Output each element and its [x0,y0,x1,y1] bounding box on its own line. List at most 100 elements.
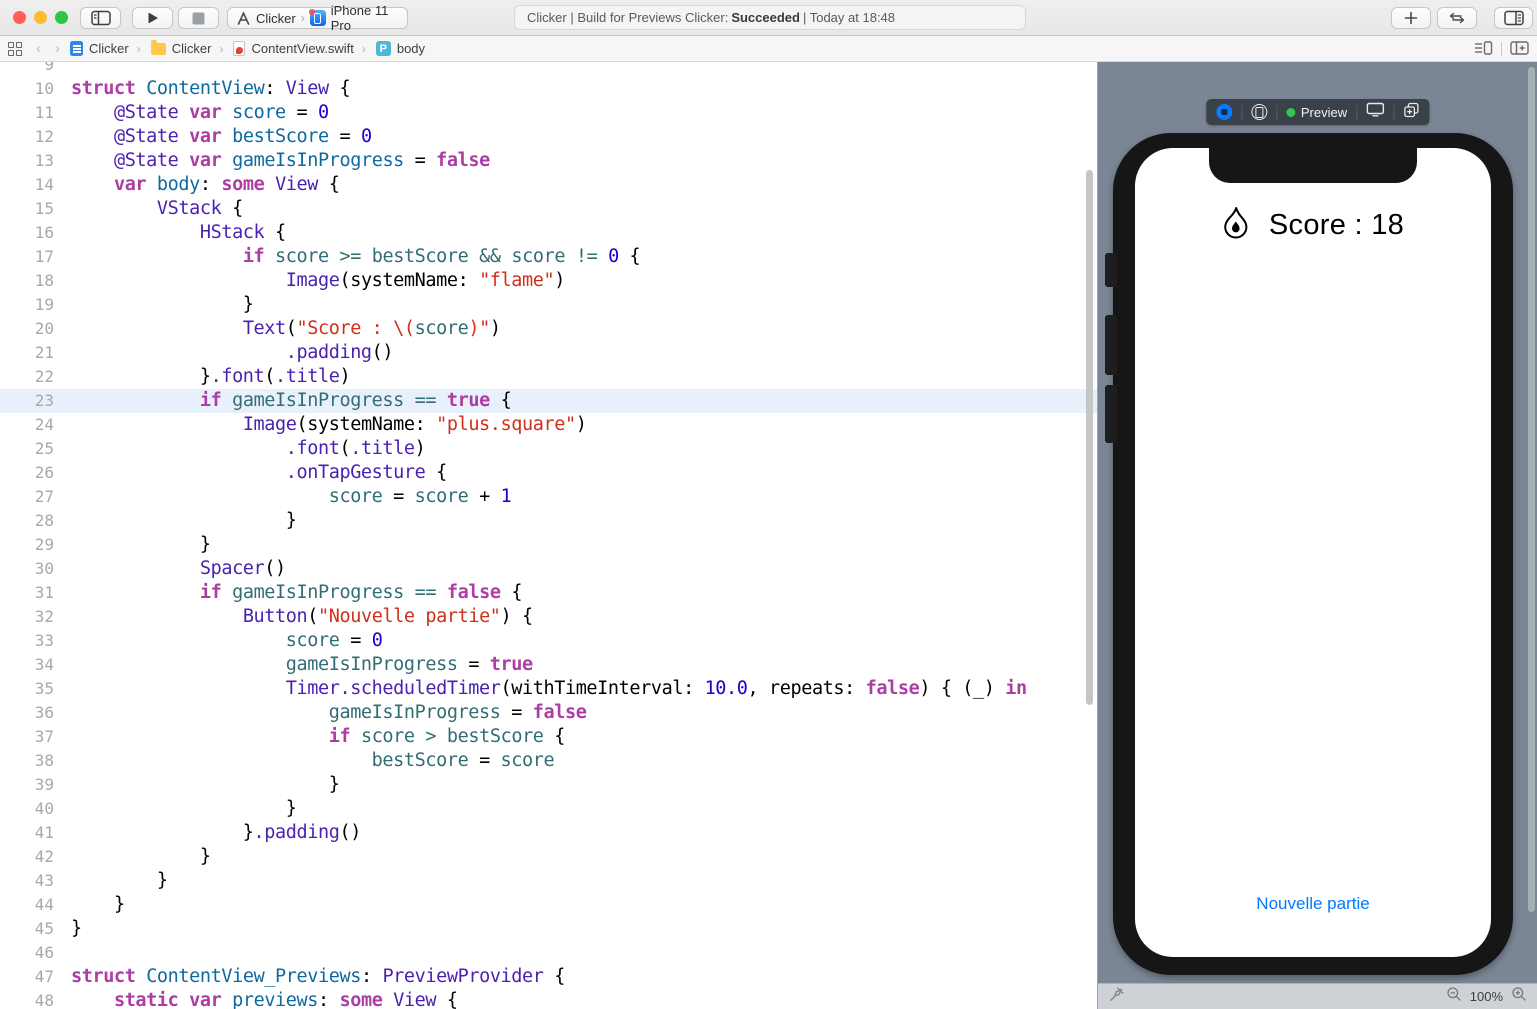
line-number[interactable]: 14 [0,173,54,197]
line-number[interactable]: 33 [0,629,54,653]
line-number[interactable]: 43 [0,869,54,893]
breadcrumb-symbol[interactable]: P body [376,41,425,56]
code-line[interactable]: 33 score = 0 [0,629,1097,653]
line-number[interactable]: 28 [0,509,54,533]
code-line[interactable]: 34 gameIsInProgress = true [0,653,1097,677]
code-line[interactable]: 22 }.font(.title) [0,365,1097,389]
back-chevron-icon[interactable]: ‹ [36,40,41,57]
line-number[interactable]: 10 [0,77,54,101]
line-number[interactable]: 17 [0,245,54,269]
line-number[interactable]: 20 [0,317,54,341]
editor-scrollbar[interactable] [1086,170,1093,705]
zoom-in-icon[interactable] [1511,986,1527,1007]
code-line[interactable]: 11 @State var score = 0 [0,101,1097,125]
code-line[interactable]: 13 @State var gameIsInProgress = false [0,149,1097,173]
code-line[interactable]: 20 Text("Score : \(score)") [0,317,1097,341]
line-number[interactable]: 36 [0,701,54,725]
line-number[interactable]: 18 [0,269,54,293]
code-line[interactable]: 35 Timer.scheduledTimer(withTimeInterval… [0,677,1097,701]
line-number[interactable]: 47 [0,965,54,989]
library-add-button[interactable] [1391,7,1431,29]
add-editor-icon[interactable] [1510,40,1529,59]
line-number[interactable]: 26 [0,461,54,485]
code-line[interactable]: 26 .onTapGesture { [0,461,1097,485]
duplicate-preview-icon[interactable] [1403,102,1419,123]
line-number[interactable]: 29 [0,533,54,557]
code-line[interactable]: 44 } [0,893,1097,917]
editor-options-icon[interactable] [1474,40,1493,59]
line-number[interactable]: 41 [0,821,54,845]
line-number[interactable]: 21 [0,341,54,365]
code-line[interactable]: 40 } [0,797,1097,821]
code-line[interactable]: 19 } [0,293,1097,317]
line-number[interactable]: 12 [0,125,54,149]
device-preview-icon[interactable] [1251,104,1267,120]
line-number[interactable]: 46 [0,941,54,965]
line-number[interactable]: 44 [0,893,54,917]
breadcrumb-group[interactable]: Clicker [151,41,212,56]
line-number[interactable]: 13 [0,149,54,173]
new-game-button[interactable]: Nouvelle partie [1135,894,1491,914]
code-line[interactable]: 48 static var previews: some View { [0,989,1097,1009]
line-number[interactable]: 40 [0,797,54,821]
app-screen[interactable]: Score : 18 Nouvelle partie [1135,148,1491,957]
code-line[interactable]: 25 .font(.title) [0,437,1097,461]
scheme-selector[interactable]: Clicker › iPhone 11 Pro [227,7,408,29]
line-number[interactable]: 11 [0,101,54,125]
code-line[interactable]: 28 } [0,509,1097,533]
line-number[interactable]: 32 [0,605,54,629]
code-line[interactable]: 30 Spacer() [0,557,1097,581]
line-number[interactable]: 9 [0,62,54,77]
line-number[interactable]: 42 [0,845,54,869]
code-line[interactable]: 24 Image(systemName: "plus.square") [0,413,1097,437]
pin-icon[interactable] [1108,986,1125,1008]
line-number[interactable]: 23 [0,389,54,413]
code-line[interactable]: 27 score = score + 1 [0,485,1097,509]
line-number[interactable]: 24 [0,413,54,437]
line-number[interactable]: 30 [0,557,54,581]
code-line[interactable]: 36 gameIsInProgress = false [0,701,1097,725]
stop-button[interactable] [178,7,219,29]
close-window-icon[interactable] [13,11,26,24]
code-line[interactable]: 12 @State var bestScore = 0 [0,125,1097,149]
code-line[interactable]: 37 if score > bestScore { [0,725,1097,749]
line-number[interactable]: 15 [0,197,54,221]
line-number[interactable]: 34 [0,653,54,677]
fullscreen-window-icon[interactable] [55,11,68,24]
display-icon[interactable] [1366,102,1384,122]
minimize-window-icon[interactable] [34,11,47,24]
line-number[interactable]: 22 [0,365,54,389]
preview-scrollbar[interactable] [1528,67,1535,912]
toggle-navigator-button[interactable] [80,7,121,29]
live-preview-icon[interactable] [1216,104,1232,120]
code-line[interactable]: 45} [0,917,1097,941]
code-line[interactable]: 10struct ContentView: View { [0,77,1097,101]
code-line[interactable]: 31 if gameIsInProgress == false { [0,581,1097,605]
line-number[interactable]: 16 [0,221,54,245]
breadcrumb-file[interactable]: ContentView.swift [233,41,353,56]
zoom-out-icon[interactable] [1446,986,1462,1007]
code-line[interactable]: 23 if gameIsInProgress == true { [0,389,1097,413]
code-line[interactable]: 46 [0,941,1097,965]
code-line[interactable]: 39 } [0,773,1097,797]
line-number[interactable]: 27 [0,485,54,509]
line-number[interactable]: 39 [0,773,54,797]
forward-chevron-icon[interactable]: › [55,40,60,57]
code-line[interactable]: 32 Button("Nouvelle partie") { [0,605,1097,629]
code-line[interactable]: 47struct ContentView_Previews: PreviewPr… [0,965,1097,989]
line-number[interactable]: 38 [0,749,54,773]
related-items-icon[interactable] [8,42,22,56]
line-number[interactable]: 37 [0,725,54,749]
code-line[interactable]: 21 .padding() [0,341,1097,365]
line-number[interactable]: 19 [0,293,54,317]
code-line[interactable]: 14 var body: some View { [0,173,1097,197]
code-line[interactable]: 42 } [0,845,1097,869]
code-line[interactable]: 15 VStack { [0,197,1097,221]
line-number[interactable]: 35 [0,677,54,701]
code-line[interactable]: 43 } [0,869,1097,893]
code-line[interactable]: 29 } [0,533,1097,557]
code-line[interactable]: 17 if score >= bestScore && score != 0 { [0,245,1097,269]
code-line[interactable]: 38 bestScore = score [0,749,1097,773]
line-number[interactable]: 25 [0,437,54,461]
code-review-button[interactable] [1437,7,1477,29]
